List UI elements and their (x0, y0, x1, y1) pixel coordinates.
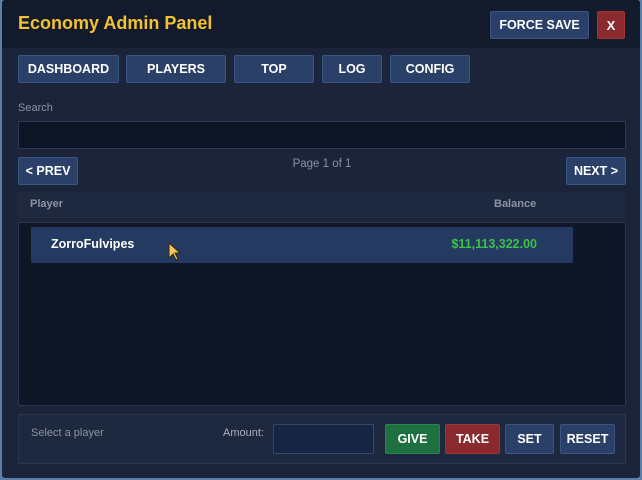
search-input[interactable] (18, 121, 626, 149)
amount-input[interactable] (273, 424, 374, 454)
player-list: ZorroFulvipes $11,113,322.00 (18, 222, 626, 406)
tab-log[interactable]: LOG (322, 55, 382, 83)
panel-title: Economy Admin Panel (18, 13, 213, 33)
player-balance: $11,113,322.00 (451, 237, 537, 251)
give-button[interactable]: GIVE (385, 424, 440, 454)
amount-label: Amount: (223, 427, 264, 439)
mouse-cursor-icon (168, 242, 182, 261)
set-button[interactable]: SET (505, 424, 554, 454)
selection-status: Select a player (31, 427, 104, 439)
economy-admin-panel: Economy Admin Panel FORCE SAVE X DASHBOA… (2, 0, 640, 478)
tab-top[interactable]: TOP (234, 55, 314, 83)
page-indicator: Page 1 of 1 (292, 158, 352, 170)
reset-button[interactable]: RESET (560, 424, 615, 454)
table-header: Player Balance (18, 192, 626, 218)
tab-config[interactable]: CONFIG (390, 55, 470, 83)
search-label: Search (18, 102, 53, 114)
prev-page-button[interactable]: < PREV (18, 157, 78, 185)
next-page-button[interactable]: NEXT > (566, 157, 626, 185)
player-name: ZorroFulvipes (51, 237, 135, 251)
tab-dashboard[interactable]: DASHBOARD (18, 55, 119, 83)
table-row[interactable]: ZorroFulvipes $11,113,322.00 (31, 227, 573, 263)
title-bar: Economy Admin Panel FORCE SAVE X (2, 0, 640, 48)
column-header-balance: Balance (494, 198, 537, 210)
force-save-button[interactable]: FORCE SAVE (490, 11, 589, 39)
column-header-player: Player (30, 198, 64, 210)
close-button[interactable]: X (597, 11, 625, 39)
tab-players[interactable]: PLAYERS (126, 55, 226, 83)
take-button[interactable]: TAKE (445, 424, 500, 454)
